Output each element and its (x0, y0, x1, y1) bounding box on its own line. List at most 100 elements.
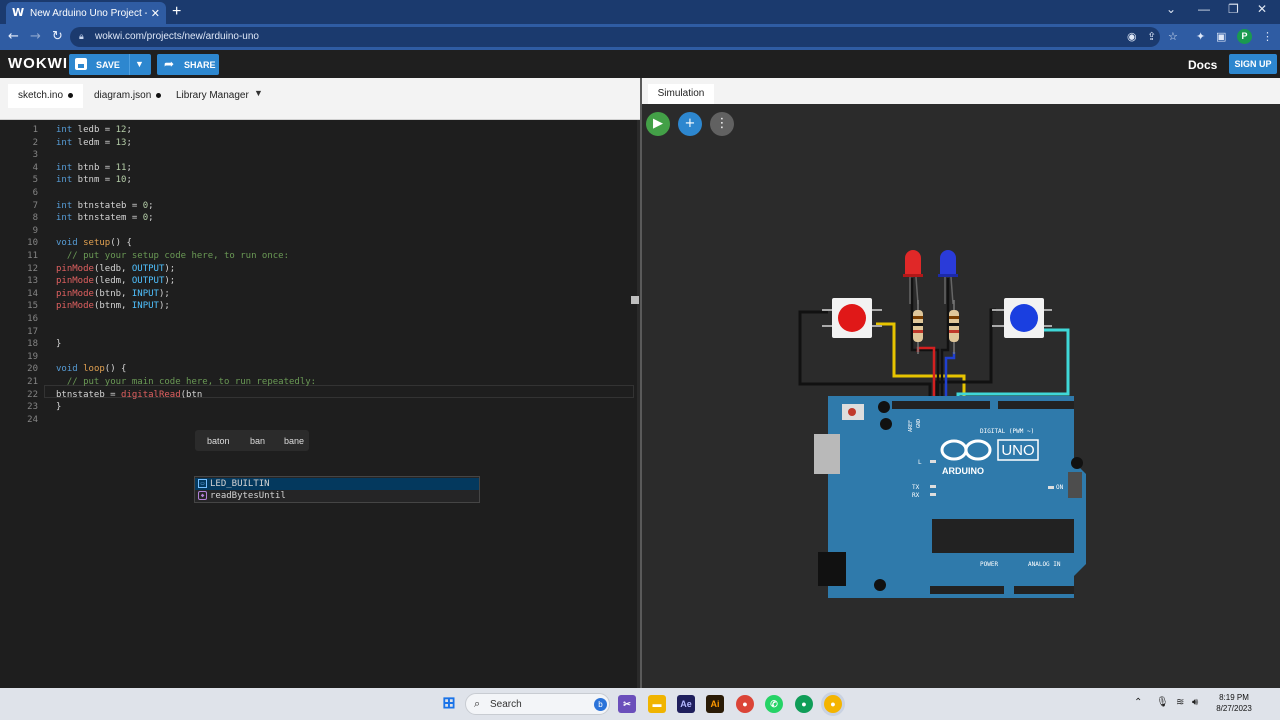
whatsapp-icon[interactable]: ✆ (765, 695, 783, 713)
code-text: // put your main code here, to run repea… (66, 377, 317, 387)
share-page-icon[interactable]: ⇪ (1147, 30, 1156, 43)
line-number: 8 (32, 213, 38, 224)
line-number: 2 (32, 137, 38, 148)
tab-simulation[interactable]: Simulation (648, 84, 714, 104)
code-line[interactable]: 14 pinMode(btnb, INPUT); (0, 288, 640, 300)
show-hidden-icons-icon[interactable]: ⌃ (1134, 697, 1142, 708)
code-line[interactable]: 2 int ledm = 13; (0, 137, 640, 149)
autocomplete-item[interactable]: ▭ LED_BUILTIN (195, 478, 479, 490)
docs-link[interactable]: Docs (1188, 58, 1217, 72)
on-led-label: ON (1056, 484, 1064, 491)
code-line[interactable]: 19 (0, 351, 640, 363)
wifi-icon[interactable]: ≋ (1176, 697, 1184, 708)
save-button[interactable]: SAVE ▼ (69, 54, 151, 75)
windows-start-icon[interactable]: ⊞ (440, 695, 458, 713)
minimize-icon[interactable]: — (1198, 2, 1210, 16)
code-text: void setup() { (56, 238, 132, 249)
line-number: 16 (27, 314, 38, 324)
suggestion-item[interactable]: baton (207, 436, 230, 446)
code-line[interactable]: 21 // put your main code here, to run re… (0, 376, 640, 388)
add-part-button[interactable]: + (678, 112, 702, 136)
code-text: int btnb = 11; (56, 162, 132, 173)
code-line[interactable]: 9 (0, 225, 640, 237)
code-line[interactable]: 3 (0, 149, 640, 161)
simulation-canvas[interactable]: UNO ARDUINO DIGITAL (PWM ~) ANALOG IN PO… (642, 104, 1280, 688)
code-text: pinMode(btnb, INPUT); (56, 288, 170, 299)
microphone-icon[interactable]: 🎙︎ (1156, 697, 1169, 708)
arduino-uno-board[interactable]: UNO ARDUINO DIGITAL (PWM ~) ANALOG IN PO… (814, 396, 1086, 598)
code-line[interactable]: 16 (0, 313, 640, 325)
code-line[interactable]: 20 void loop() { (0, 363, 640, 375)
side-panel-icon[interactable]: ▣ (1216, 30, 1226, 43)
code-line[interactable]: 22 btnstateb = digitalRead(btn (0, 389, 640, 401)
code-line[interactable]: 13 pinMode(ledm, OUTPUT); (0, 275, 640, 287)
code-area[interactable]: 1 int ledb = 12; 2 int ledm = 13; 3 4 int btnb… (0, 120, 640, 688)
share-label: SHARE (184, 60, 216, 70)
board-model-label: UNO (1001, 442, 1034, 459)
code-line[interactable]: 17 (0, 326, 640, 338)
pushbutton-red[interactable] (822, 298, 882, 338)
close-tab-icon[interactable]: ✕ (151, 7, 160, 20)
chrome-active-icon[interactable]: ● (824, 695, 842, 713)
tab-diagram-json[interactable]: diagram.json (84, 84, 171, 108)
reload-icon[interactable]: ↻ (52, 29, 63, 45)
code-line[interactable]: 8 int btnstatem = 0; (0, 212, 640, 224)
save-label: SAVE (96, 60, 120, 70)
code-text: int btnstateb = 0; (56, 200, 154, 211)
tab-label: Library Manager (176, 90, 249, 101)
illustrator-icon[interactable]: Ai (706, 695, 724, 713)
share-button[interactable]: ➦ SHARE (157, 54, 219, 75)
code-line[interactable]: 23} (0, 401, 640, 413)
browser-menu-icon[interactable]: ⋮ (1262, 30, 1273, 43)
chrome-icon[interactable]: ● (736, 695, 754, 713)
close-window-icon[interactable]: ✕ (1257, 2, 1267, 16)
line-number: 7 (32, 200, 38, 211)
code-line[interactable]: 15 pinMode(btnm, INPUT); (0, 300, 640, 312)
profile-avatar[interactable]: P (1237, 29, 1252, 44)
after-effects-icon[interactable]: Ae (677, 695, 695, 713)
code-line[interactable]: 10 void setup() { (0, 237, 640, 249)
code-text: int btnm = 10; (56, 175, 132, 186)
code-line[interactable]: 5 int btnm = 10; (0, 174, 640, 186)
more-options-button[interactable]: ⋮ (710, 112, 734, 136)
tabs-menu-chevron-icon[interactable]: ▼ (254, 88, 263, 98)
resistor[interactable] (949, 300, 959, 354)
google-lens-icon[interactable]: ◉ (1127, 30, 1137, 43)
code-line[interactable]: 1 int ledb = 12; (0, 124, 640, 136)
code-line[interactable]: 4 int btnb = 11; (0, 162, 640, 174)
taskbar-search[interactable]: ⌕ Search b (465, 693, 610, 715)
pushbutton-blue[interactable] (992, 298, 1052, 338)
forward-icon[interactable]: → (30, 29, 41, 45)
tab-search-icon[interactable]: ⌄ (1166, 2, 1176, 16)
code-line[interactable]: 12 pinMode(ledb, OUTPUT); (0, 263, 640, 275)
code-line[interactable]: 18} (0, 338, 640, 350)
signup-button[interactable]: SIGN UP (1229, 54, 1277, 74)
address-bar[interactable]: 🔒︎ wokwi.com/projects/new/arduino-uno (70, 27, 1160, 47)
extensions-icon[interactable]: ✦ (1196, 30, 1205, 43)
suggestion-item[interactable]: ban (250, 436, 265, 446)
new-tab-icon[interactable]: + (172, 3, 181, 21)
browser-tab[interactable]: W New Arduino Uno Project - Wokwi ✕ (6, 2, 166, 24)
snipping-tool-icon[interactable]: ✂ (618, 695, 636, 713)
chevron-down-icon[interactable]: ▼ (135, 59, 144, 69)
resistor[interactable] (913, 300, 923, 354)
volume-icon[interactable]: 🔊︎ (1192, 697, 1198, 708)
play-simulation-button[interactable]: ▶ (646, 112, 670, 136)
taskbar-search-label: Search (490, 699, 522, 710)
suggestion-item[interactable]: bane (284, 436, 304, 446)
code-line[interactable]: 11 // put your setup code here, to run o… (0, 250, 640, 262)
code-line[interactable]: 24 (0, 414, 640, 426)
wokwi-logo[interactable]: WOKWI (8, 55, 68, 72)
code-line[interactable]: 6 (0, 187, 640, 199)
bookmark-star-icon[interactable]: ☆ (1168, 30, 1178, 43)
restore-icon[interactable]: ❐ (1228, 2, 1239, 16)
back-icon[interactable]: ← (8, 29, 19, 45)
tab-sketch-ino[interactable]: sketch.ino (8, 84, 84, 108)
digital-header-label: DIGITAL (PWM ~) (980, 428, 1034, 435)
code-line[interactable]: 7 int btnstateb = 0; (0, 200, 640, 212)
tab-library-manager[interactable]: Library Manager (166, 84, 259, 108)
taskbar-clock[interactable]: 8:19 PM 8/27/2023 (1212, 692, 1256, 714)
file-explorer-icon[interactable]: ▬ (648, 695, 666, 713)
chrome-profile-icon[interactable]: ● (795, 695, 813, 713)
autocomplete-item[interactable]: ◆ readBytesUntil (195, 490, 479, 502)
